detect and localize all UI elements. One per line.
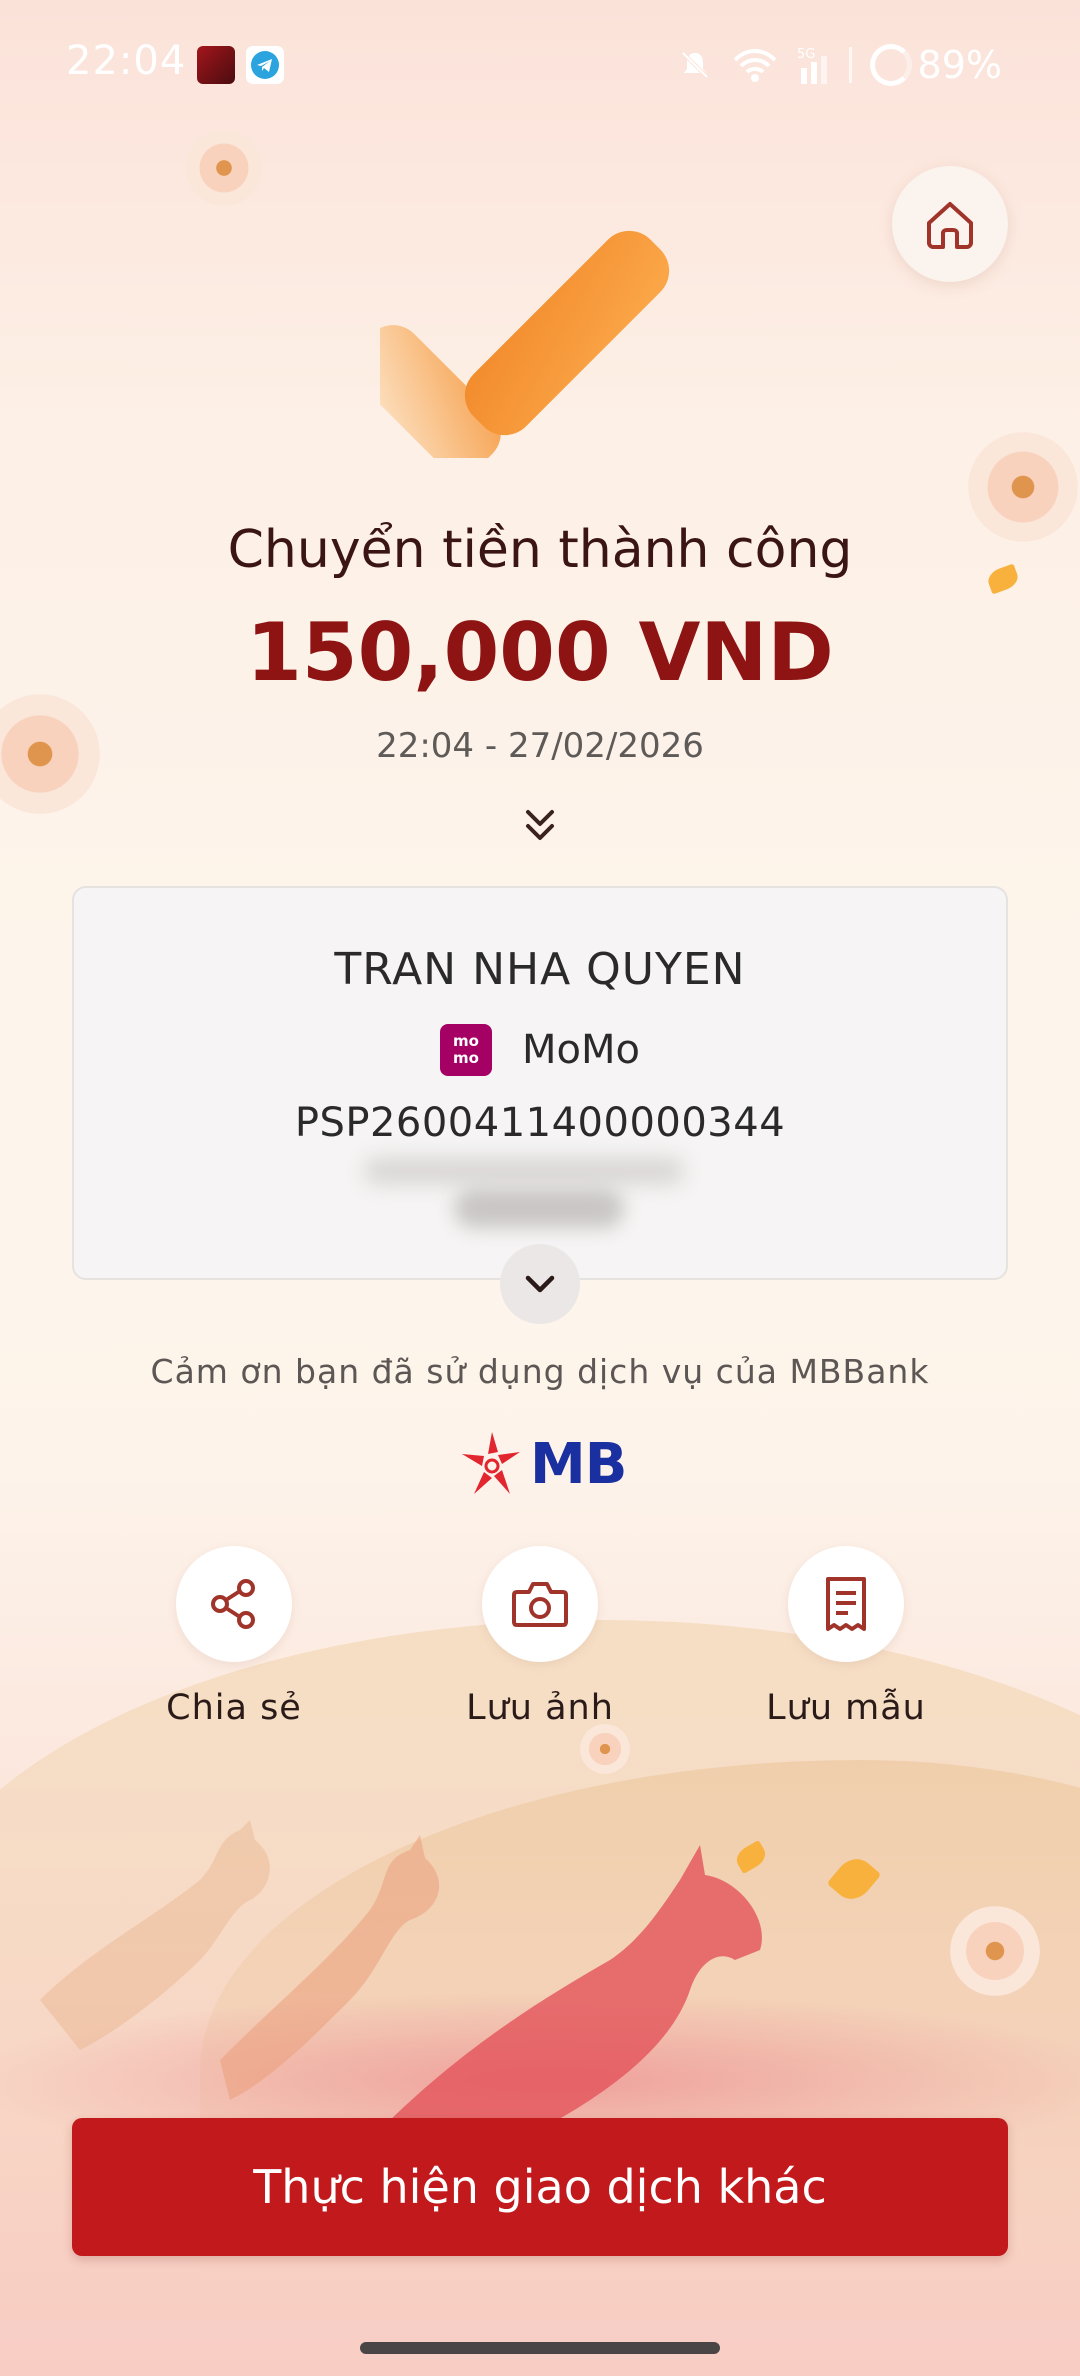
recipient-bank-row: mo mo MoMo bbox=[74, 1024, 1006, 1076]
redacted-content bbox=[454, 1188, 624, 1228]
save-image-action[interactable]: Lưu ảnh bbox=[410, 1546, 670, 1728]
card-expand-button[interactable] bbox=[500, 1244, 580, 1324]
momo-logo: mo mo bbox=[440, 1024, 493, 1076]
home-button[interactable] bbox=[892, 166, 1008, 282]
success-check-icon bbox=[380, 230, 670, 458]
home-icon bbox=[927, 202, 973, 249]
camera-icon bbox=[512, 1582, 568, 1627]
success-screen: 22:04 5G 89% Chuyển tiền thành công 150,… bbox=[0, 0, 1080, 2376]
transfer-amount: 150,000 VND bbox=[246, 606, 834, 699]
home-indicator[interactable] bbox=[360, 2342, 720, 2354]
save-template-button[interactable] bbox=[788, 1546, 904, 1662]
save-image-label: Lưu ảnh bbox=[466, 1688, 614, 1728]
status-time: 22:04 bbox=[66, 38, 187, 84]
bell-off-icon bbox=[681, 51, 708, 79]
share-action[interactable]: Chia sẻ bbox=[104, 1546, 364, 1728]
transfer-datetime: 22:04 - 27/02/2026 bbox=[376, 726, 704, 766]
save-template-action[interactable]: Lưu mẫu bbox=[716, 1546, 976, 1728]
thanks-message: Cảm ơn bạn đã sử dụng dịch vụ của MBBank bbox=[150, 1352, 930, 1391]
flower-decoration bbox=[186, 130, 262, 206]
receipt-icon bbox=[826, 1577, 866, 1631]
status-separator bbox=[848, 47, 852, 83]
flower-decoration bbox=[950, 1906, 1040, 1996]
save-template-label: Lưu mẫu bbox=[766, 1688, 926, 1728]
recipient-account-number: PSP2600411400000344 bbox=[294, 1100, 786, 1146]
mb-logo-text: MB bbox=[530, 1431, 627, 1497]
wifi-icon bbox=[733, 49, 776, 82]
battery-percent: 89% bbox=[917, 43, 1002, 87]
save-image-button[interactable] bbox=[482, 1546, 598, 1662]
recipient-name: TRAN NHA QUYEN bbox=[334, 944, 746, 995]
mb-star-icon bbox=[462, 1432, 520, 1494]
recipient-card: TRAN NHA QUYEN mo mo MoMo PSP26004114000… bbox=[72, 886, 1008, 1280]
telegram-icon bbox=[246, 46, 284, 84]
share-button[interactable] bbox=[176, 1546, 292, 1662]
flower-decoration bbox=[580, 1724, 630, 1774]
svg-text:5G: 5G bbox=[797, 47, 815, 62]
double-chevron-down-icon[interactable] bbox=[522, 806, 558, 846]
status-bar: 22:04 5G 89% bbox=[0, 0, 1080, 130]
result-title: Chuyển tiền thành công bbox=[227, 520, 853, 580]
recipient-bank-name: MoMo bbox=[522, 1027, 640, 1073]
share-icon bbox=[211, 1579, 255, 1629]
chevron-down-icon bbox=[525, 1275, 555, 1293]
signal-5g-icon: 5G bbox=[797, 47, 827, 84]
status-icons: 5G 89% bbox=[677, 40, 1002, 90]
battery-icon bbox=[869, 44, 912, 86]
share-label: Chia sẻ bbox=[166, 1688, 302, 1728]
app-icon bbox=[197, 46, 235, 84]
mb-bank-logo: MB bbox=[458, 1428, 627, 1500]
redacted-content bbox=[364, 1158, 684, 1184]
new-transaction-button[interactable]: Thực hiện giao dịch khác bbox=[72, 2118, 1008, 2256]
